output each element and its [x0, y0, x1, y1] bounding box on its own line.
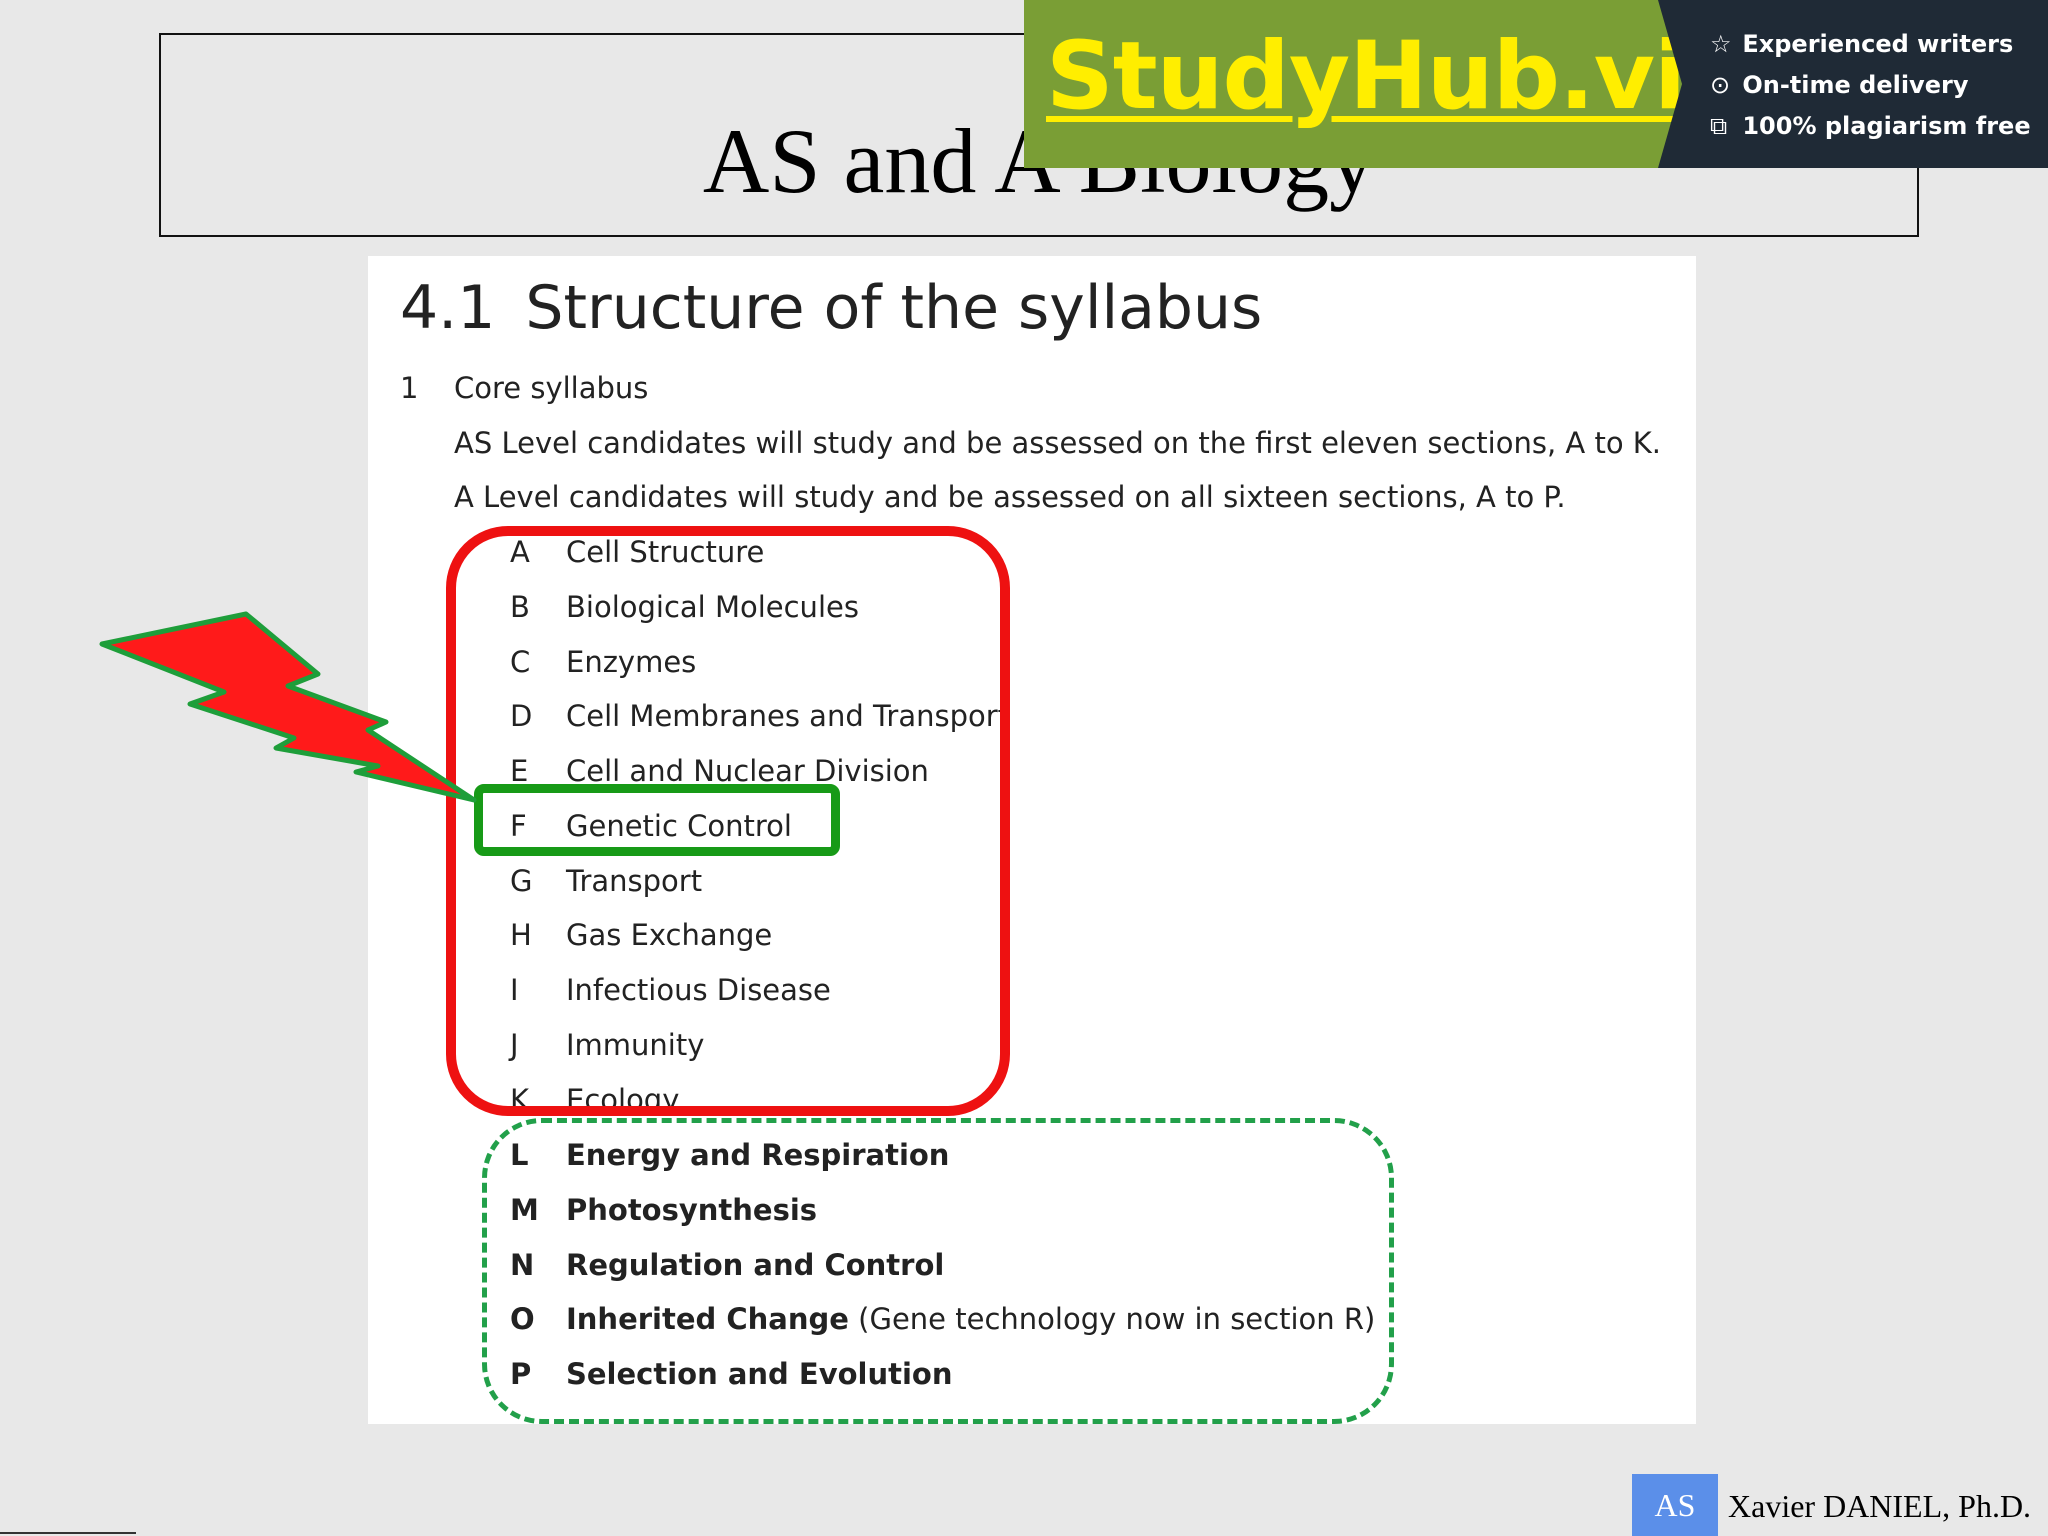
banner-feature-label: On-time delivery: [1742, 71, 1969, 99]
author-credit: Xavier DANIEL, Ph.D.: [1728, 1488, 2032, 1524]
as-level-note: AS Level candidates will study and be as…: [454, 426, 1662, 460]
banner-feature-label: Experienced writers: [1742, 30, 2014, 58]
banner-feature-experienced: ☆ Experienced writers: [1710, 30, 2013, 58]
genetic-control-highlight: [474, 784, 840, 856]
banner-brand-logo[interactable]: StudyHub.vip: [1046, 30, 1752, 124]
section-title: Core syllabus: [454, 371, 649, 405]
clock-icon: ⊙: [1710, 71, 1731, 99]
heading-text: Structure of the syllabus: [525, 273, 1263, 343]
banner-feature-plagiarism: ⧉ 100% plagiarism free: [1710, 112, 2031, 140]
copy-icon: ⧉: [1710, 112, 1728, 140]
banner-feature-delivery: ⊙ On-time delivery: [1710, 71, 1968, 99]
a-sections-highlight: [482, 1118, 1394, 1424]
banner-feature-label: 100% plagiarism free: [1742, 112, 2031, 140]
banner-brand-panel: StudyHub.vip: [1024, 0, 1752, 168]
a-level-note: A Level candidates will study and be ass…: [454, 480, 1566, 514]
level-badge: AS: [1632, 1474, 1718, 1536]
footer-divider: [0, 1532, 136, 1534]
document-heading: 4.1 Structure of the syllabus: [400, 278, 1262, 338]
studyhub-banner[interactable]: StudyHub.vip ☆ Experienced writers ⊙ On-…: [1024, 0, 2048, 168]
heading-number: 4.1: [400, 273, 496, 343]
star-icon: ☆: [1710, 30, 1732, 58]
section-number: 1: [400, 371, 419, 405]
